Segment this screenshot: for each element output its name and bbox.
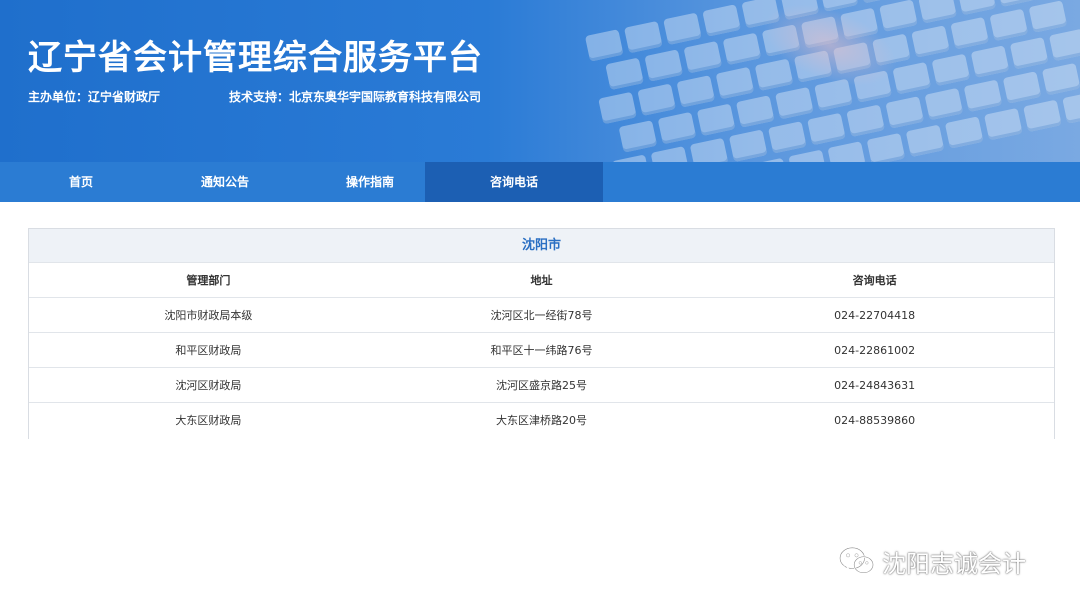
keyboard-key-decoration bbox=[735, 95, 775, 128]
keyboard-key-decoration bbox=[605, 57, 644, 91]
keyboard-key-decoration bbox=[1023, 99, 1062, 133]
keyboard-key-decoration bbox=[957, 0, 997, 16]
keyboard-key-decoration bbox=[650, 146, 690, 162]
tech-support: 技术支持：北京东奥华宇国际教育科技有限公司 bbox=[229, 90, 482, 104]
department-cell: 沈河区财政局 bbox=[29, 367, 388, 403]
address-cell: 沈河区盛京路25号 bbox=[387, 367, 696, 403]
nav-notices[interactable]: 通知公告 bbox=[144, 162, 306, 202]
keyboard-key-decoration bbox=[905, 124, 945, 158]
keyboard-key-decoration bbox=[931, 53, 971, 87]
keyboard-key-decoration bbox=[846, 104, 885, 137]
keyboard-key-decoration bbox=[983, 107, 1023, 141]
keyboard-key-decoration bbox=[644, 49, 684, 82]
phone-cell: 024-24843631 bbox=[695, 367, 1054, 403]
keyboard-key-decoration bbox=[970, 45, 1010, 78]
keyboard-key-decoration bbox=[715, 66, 755, 100]
header-banner: 辽宁省会计管理综合服务平台 主办单位：辽宁省财政厅 技术支持：北京东奥华宇国际教… bbox=[0, 0, 1080, 162]
contact-table: 管理部门 地址 咨询电话 沈阳市财政局本级 沈河区北一经街78号 024-227… bbox=[29, 262, 1054, 437]
keyboard-key-decoration bbox=[689, 137, 729, 162]
wechat-icon bbox=[839, 546, 875, 574]
keyboard-key-decoration bbox=[1062, 91, 1080, 124]
keyboard-key-decoration bbox=[696, 103, 736, 137]
contact-panel: 沈阳市 管理部门 地址 咨询电话 沈阳市财政局本级 沈河区北一经街78号 024… bbox=[28, 228, 1055, 439]
keyboard-key-decoration bbox=[637, 83, 676, 116]
phone-cell: 024-88539860 bbox=[695, 402, 1054, 437]
keyboard-key-decoration bbox=[1028, 0, 1068, 33]
keyboard-key-decoration bbox=[950, 16, 989, 50]
keyboard-key-decoration bbox=[584, 29, 624, 62]
keyboard-key-decoration bbox=[768, 121, 807, 154]
keyboard-key-decoration bbox=[611, 154, 651, 162]
keyboard-key-decoration bbox=[866, 132, 906, 162]
phone-cell: 024-22861002 bbox=[695, 332, 1054, 368]
keyboard-key-decoration bbox=[676, 75, 716, 108]
keyboard-key-decoration bbox=[618, 120, 658, 153]
watermark-text: 沈阳志诚会计 bbox=[882, 549, 1026, 578]
keyboard-key-decoration bbox=[944, 116, 984, 149]
keyboard-key-decoration bbox=[657, 111, 697, 145]
keyboard-key-decoration bbox=[728, 129, 768, 162]
column-header-department: 管理部门 bbox=[29, 262, 388, 298]
keyboard-key-decoration bbox=[1002, 71, 1042, 104]
keyboard-key-decoration bbox=[683, 40, 723, 74]
nav-hotline[interactable]: 咨询电话 bbox=[425, 162, 603, 202]
keyboard-key-decoration bbox=[788, 149, 828, 162]
main-nav: 首页 通知公告 操作指南 咨询电话 bbox=[0, 162, 1080, 202]
keyboard-key-decoration bbox=[924, 87, 964, 121]
keyboard-key-decoration bbox=[827, 141, 867, 162]
keyboard-key-decoration bbox=[1009, 37, 1049, 70]
watermark: 沈阳志诚会计 bbox=[838, 543, 1026, 579]
department-cell: 沈阳市财政局本级 bbox=[29, 297, 388, 333]
column-header-phone: 咨询电话 bbox=[695, 262, 1054, 298]
table-row: 沈河区财政局 沈河区盛京路25号 024-24843631 bbox=[29, 367, 1054, 403]
table-row: 和平区财政局 和平区十一纬路76号 024-22861002 bbox=[29, 332, 1054, 368]
keyboard-key-decoration bbox=[702, 4, 741, 37]
keyboard-key-decoration bbox=[911, 25, 950, 58]
department-cell: 和平区财政局 bbox=[29, 332, 388, 368]
keyboard-key-decoration bbox=[1048, 28, 1080, 62]
address-cell: 大东区津桥路20号 bbox=[387, 402, 696, 437]
keyboard-key-decoration bbox=[885, 96, 925, 129]
keyboard-key-decoration bbox=[1041, 62, 1080, 96]
keyboard-key-decoration bbox=[663, 12, 702, 46]
table-row: 大东区财政局 大东区津桥路20号 024-88539860 bbox=[29, 402, 1054, 437]
phone-cell: 024-22704418 bbox=[695, 297, 1054, 333]
keyboard-key-decoration bbox=[996, 0, 1036, 7]
address-cell: 沈河区北一经街78号 bbox=[387, 297, 696, 333]
site-title: 辽宁省会计管理综合服务平台 bbox=[28, 38, 483, 78]
keyboard-key-decoration bbox=[598, 91, 637, 125]
host-organization: 主办单位：辽宁省财政厅 bbox=[28, 90, 161, 104]
keyboard-key-decoration bbox=[892, 61, 932, 95]
keyboard-key-decoration bbox=[775, 86, 814, 120]
table-header-row: 管理部门 地址 咨询电话 bbox=[29, 262, 1054, 298]
city-header: 沈阳市 bbox=[29, 229, 1054, 262]
nav-home[interactable]: 首页 bbox=[0, 162, 162, 202]
keyboard-key-decoration bbox=[989, 8, 1029, 42]
column-header-address: 地址 bbox=[387, 262, 696, 298]
keyboard-key-decoration bbox=[879, 0, 918, 32]
address-cell: 和平区十一纬路76号 bbox=[387, 332, 696, 368]
keyboard-key-decoration bbox=[722, 32, 762, 66]
department-cell: 大东区财政局 bbox=[29, 402, 388, 437]
keyboard-key-decoration bbox=[963, 79, 1003, 113]
keyboard-key-decoration bbox=[807, 112, 846, 146]
keyboard-key-decoration bbox=[918, 0, 957, 24]
table-row: 沈阳市财政局本级 沈河区北一经街78号 024-22704418 bbox=[29, 297, 1054, 333]
keyboard-key-decoration bbox=[624, 20, 663, 54]
